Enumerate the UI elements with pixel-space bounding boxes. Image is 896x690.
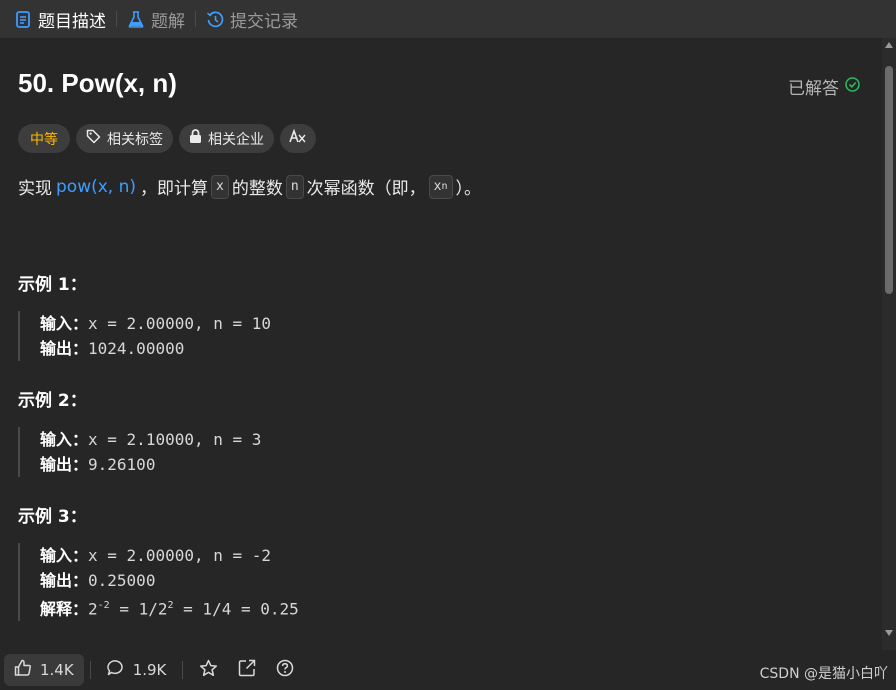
document-icon — [14, 10, 32, 28]
translate-button[interactable] — [280, 124, 316, 153]
share-icon — [238, 659, 256, 681]
output-label: 输出： — [40, 455, 89, 474]
explain-base: 2 — [88, 599, 98, 619]
input-label: 输入： — [40, 546, 89, 565]
explain-tail: = 1/4 = 0.25 — [173, 599, 299, 619]
related-tags-label: 相关标签 — [107, 131, 163, 148]
desc-text: ）。 — [455, 179, 482, 199]
help-button[interactable] — [266, 654, 304, 686]
example-3-title: 示例 3： — [18, 507, 87, 527]
tab-description-label: 题目描述 — [38, 11, 106, 32]
input-value: x = 2.00000, n = 10 — [88, 314, 272, 333]
translate-icon — [289, 128, 307, 148]
related-companies-button[interactable]: 相关企业 — [179, 124, 274, 153]
code-n: n — [285, 174, 304, 199]
input-value: x = 2.00000, n = -2 — [88, 546, 272, 565]
bottom-action-bar: 1.4K 1.9K CSDN @是猫小白吖 — [0, 650, 896, 690]
share-button[interactable] — [228, 654, 266, 686]
tag-icon — [86, 129, 101, 148]
thumbs-up-icon — [14, 659, 32, 681]
like-count: 1.4K — [40, 661, 74, 679]
tab-submissions[interactable]: 提交记录 — [206, 0, 298, 38]
bottom-divider — [89, 661, 91, 679]
example-1-title: 示例 1： — [18, 275, 87, 295]
flask-icon — [127, 10, 145, 28]
input-label: 输入： — [40, 430, 89, 449]
code-exponent: n — [441, 181, 448, 192]
desc-text: ，即计算 — [140, 179, 209, 199]
difficulty-label: 中等 — [30, 131, 58, 148]
scroll-up-arrow-icon[interactable] — [885, 42, 893, 48]
example-2-title: 示例 2： — [18, 391, 87, 411]
tab-divider — [116, 11, 117, 27]
tab-description[interactable]: 题目描述 — [14, 0, 106, 38]
comment-bubble-icon — [106, 659, 125, 681]
comment-count: 1.9K — [132, 661, 167, 679]
output-label: 输出： — [40, 571, 89, 590]
problem-content: 50. Pow(x, n) 已解答 中等 相关标签 相关企业 实现 pow(x,… — [0, 38, 882, 650]
desc-text: 的整数 — [231, 179, 283, 199]
desc-text: 实现 — [18, 179, 52, 199]
like-button[interactable]: 1.4K — [4, 654, 84, 686]
comments-button[interactable]: 1.9K — [97, 654, 177, 686]
output-value: 0.25000 — [88, 571, 156, 590]
pow-link[interactable]: pow(x, n) — [56, 177, 136, 197]
tab-divider — [195, 11, 196, 27]
code-base: x — [433, 179, 442, 194]
solved-label: 已解答 — [788, 79, 839, 99]
question-circle-icon — [276, 659, 294, 681]
example-output-line: 输出：9.26100 — [40, 452, 261, 477]
tab-solutions[interactable]: 题解 — [127, 0, 185, 38]
problem-description: 实现 pow(x, n) ，即计算 x 的整数 n 次幂函数（即， xn ）。 — [18, 174, 481, 199]
tab-submissions-label: 提交记录 — [230, 11, 298, 32]
related-companies-label: 相关企业 — [208, 131, 264, 148]
explain-exponent: -2 — [97, 600, 110, 611]
explain-mid: = 1/2 — [109, 599, 168, 619]
scroll-thumb[interactable] — [885, 66, 893, 294]
problem-title: 50. Pow(x, n) — [18, 68, 177, 98]
example-input-line: 输入：x = 2.00000, n = -2 — [40, 543, 299, 568]
code-x: x — [211, 174, 229, 199]
example-input-line: 输入：x = 2.10000, n = 3 — [40, 427, 261, 452]
csdn-watermark: CSDN @是猫小白吖 — [759, 666, 888, 682]
difficulty-badge: 中等 — [18, 124, 70, 153]
favorite-button[interactable] — [189, 654, 228, 686]
input-value: x = 2.10000, n = 3 — [88, 430, 262, 449]
output-value: 9.26100 — [88, 455, 156, 474]
code-x-pow-n: xn — [428, 174, 453, 199]
output-label: 输出： — [40, 339, 89, 358]
example-1-block: 输入：x = 2.00000, n = 10 输出：1024.00000 — [18, 311, 271, 361]
history-icon — [206, 10, 224, 28]
related-tags-button[interactable]: 相关标签 — [76, 124, 173, 153]
example-2-block: 输入：x = 2.10000, n = 3 输出：9.26100 — [18, 427, 261, 477]
bottom-divider — [182, 661, 184, 679]
solved-status: 已解答 — [788, 74, 860, 99]
tab-bar: 题目描述 题解 提交记录 — [0, 0, 896, 38]
example-output-line: 输出：1024.00000 — [40, 336, 271, 361]
vertical-scrollbar[interactable] — [882, 38, 896, 650]
lock-icon — [189, 129, 202, 148]
scroll-down-arrow-icon[interactable] — [885, 630, 893, 636]
example-3-block: 输入：x = 2.00000, n = -2 输出：0.25000 解释：2-2… — [18, 543, 299, 622]
example-explanation-line: 解释：2-2 = 1/22 = 1/4 = 0.25 — [40, 593, 299, 621]
tab-solutions-label: 题解 — [151, 11, 185, 32]
output-value: 1024.00000 — [88, 339, 185, 358]
input-label: 输入： — [40, 314, 89, 333]
example-input-line: 输入：x = 2.00000, n = 10 — [40, 311, 271, 336]
star-icon — [199, 659, 218, 681]
check-circle-icon — [845, 76, 860, 97]
explanation-label: 解释： — [40, 599, 89, 619]
tag-row: 中等 相关标签 相关企业 — [18, 124, 316, 153]
desc-text: 次幂函数（即， — [306, 179, 426, 199]
example-output-line: 输出：0.25000 — [40, 568, 299, 593]
